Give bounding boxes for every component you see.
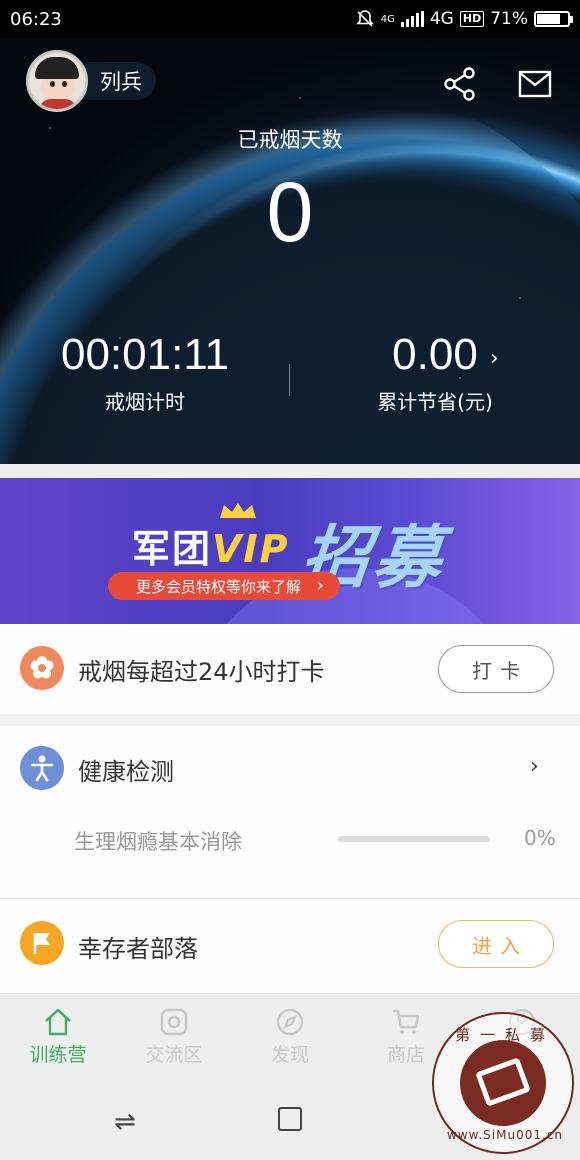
health-item-percent: 0% — [524, 826, 556, 850]
tab-training-camp[interactable]: 训练营 — [0, 994, 116, 1073]
vip-banner[interactable]: 军团VIP 招募 更多会员特权等你来了解 › — [0, 478, 580, 624]
savings-value: 0.00 — [392, 330, 478, 379]
hd-badge: HD — [459, 11, 485, 27]
tribe-enter-label: 进入 — [472, 933, 528, 958]
recent-apps-icon[interactable]: ⇌ — [114, 1107, 136, 1137]
person-icon — [20, 746, 64, 790]
banner-pill-text: 更多会员特权等你来了解 — [136, 577, 302, 596]
checkin-button-label: 打卡 — [472, 658, 528, 683]
quit-timer-value: 00:01:11 — [60, 330, 229, 379]
battery-percent: 71% — [490, 9, 528, 29]
banner-title-prefix: 军团 — [132, 527, 213, 571]
status-time: 06:23 — [10, 8, 62, 30]
tab-label: 商店 — [386, 1044, 425, 1066]
battery-icon — [534, 11, 573, 27]
watermark-seal: 第一私募 www.SiMu001.cn — [432, 1012, 574, 1154]
tab-community[interactable]: 交流区 — [116, 994, 232, 1073]
checkin-button[interactable]: 打卡 — [438, 645, 554, 693]
tribe-enter-button[interactable]: 进入 — [438, 920, 554, 968]
section-gap — [0, 714, 580, 726]
quit-timer-label: 戒烟计时 — [105, 390, 185, 414]
home-icon — [45, 1008, 71, 1036]
savings-stat[interactable]: 0.00 › 累计节省(元) — [290, 330, 580, 415]
tribe-card: 幸存者部落 进入 — [0, 899, 580, 993]
section-gap — [0, 464, 580, 478]
bell-muted-icon — [356, 10, 374, 27]
cart-icon — [393, 1009, 420, 1034]
health-chevron-icon[interactable]: › — [530, 754, 539, 779]
network-label: 4G — [429, 9, 454, 29]
banner-title-vip: VIP — [212, 527, 290, 571]
tribe-title: 幸存者部落 — [78, 935, 198, 963]
app-screen: 06:23 4G 4G HD 71% 列兵 已戒烟天数 0 00:01:11 戒… — [0, 0, 580, 1160]
quit-days-value: 0 — [266, 165, 314, 259]
username: 列兵 — [100, 70, 142, 94]
savings-chevron-icon: › — [490, 346, 499, 371]
status-icons: 4G 4G HD 71% — [355, 9, 573, 29]
tab-label: 训练营 — [29, 1044, 87, 1066]
avatar[interactable] — [26, 50, 88, 112]
quit-days-label: 已戒烟天数 — [237, 128, 343, 152]
checkin-card: 戒烟每超过24小时打卡 打卡 — [0, 624, 580, 714]
banner-title: 军团VIP — [132, 518, 289, 573]
health-item-label: 生理烟瘾基本消除 — [74, 830, 242, 854]
banner-pill-arrow-icon: › — [316, 575, 324, 596]
status-bar: 06:23 4G 4G HD 71% — [0, 0, 580, 38]
health-title[interactable]: 健康检测 — [78, 752, 174, 787]
chat-icon — [160, 1008, 188, 1036]
savings-label: 累计节省(元) — [377, 390, 493, 414]
home-button-icon[interactable] — [278, 1107, 302, 1131]
network-small-label: 4G — [380, 13, 395, 25]
profile-chip[interactable]: 列兵 — [26, 50, 156, 112]
watermark-bottom-text: www.SiMu001.cn — [447, 1128, 563, 1142]
flower-icon — [20, 646, 64, 690]
mail-icon[interactable] — [518, 70, 552, 98]
banner-pill[interactable]: 更多会员特权等你来了解 › — [108, 572, 340, 600]
flag-icon — [20, 921, 64, 965]
health-card: 健康检测 › 生理烟瘾基本消除 0% — [0, 726, 580, 898]
watermark-logo — [460, 1040, 546, 1126]
tab-label: 发现 — [270, 1044, 309, 1066]
signal-icon — [400, 11, 424, 27]
tab-label: 交流区 — [145, 1044, 203, 1066]
health-progress-bar — [338, 836, 490, 842]
tab-discover[interactable]: 发现 — [232, 994, 348, 1073]
share-icon[interactable] — [442, 66, 478, 102]
quit-timer: 00:01:11 戒烟计时 — [0, 330, 290, 415]
compass-icon — [276, 1008, 304, 1036]
checkin-title: 戒烟每超过24小时打卡 — [78, 658, 325, 686]
hero-section: 列兵 已戒烟天数 0 00:01:11 戒烟计时 0.00 › 累计节省(元) — [0, 38, 580, 464]
